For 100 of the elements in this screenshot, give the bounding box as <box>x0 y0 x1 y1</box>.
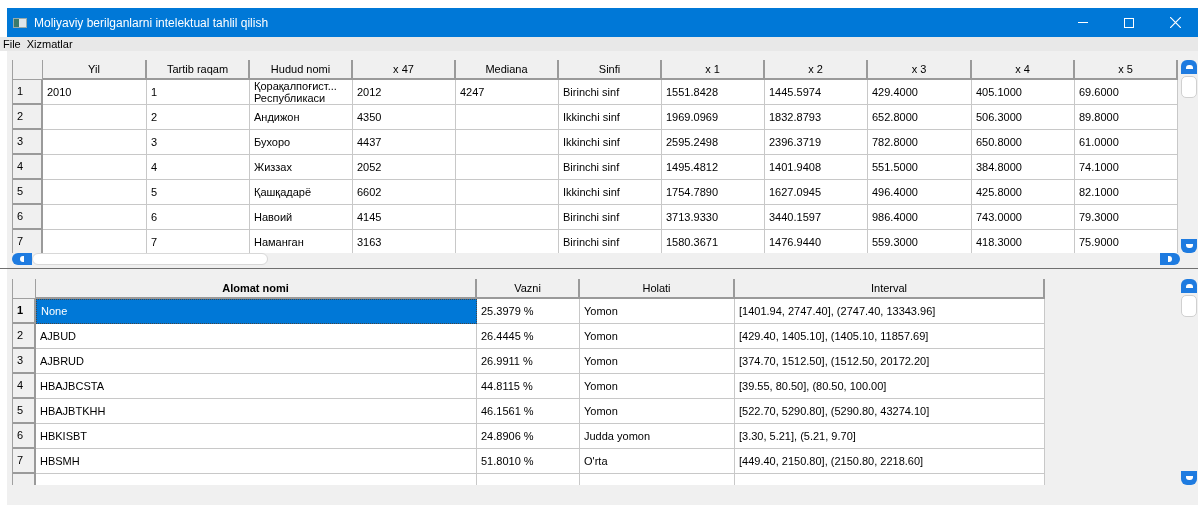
column-header[interactable]: x 47 <box>353 60 456 80</box>
table-cell: 551.5000 <box>868 155 972 180</box>
table-cell[interactable]: None <box>36 299 477 324</box>
menu-item[interactable]: Xizmatlar <box>23 37 76 51</box>
scrollbar-thumb[interactable] <box>32 253 268 265</box>
table-cell[interactable]: 46.1561 % <box>477 399 580 424</box>
table-cell: 743.0000 <box>972 205 1075 230</box>
row-header[interactable]: 6 <box>13 205 43 230</box>
table-cell[interactable]: [3.30, 5.21], (5.21, 9.70] <box>735 424 1045 449</box>
table-cell[interactable]: [449.40, 2150.80], (2150.80, 2218.60] <box>735 449 1045 474</box>
column-header[interactable]: Hudud nomi <box>250 60 353 80</box>
table-cell[interactable]: Yomon <box>580 374 735 399</box>
row-header[interactable]: 1 <box>13 80 43 105</box>
row-header[interactable]: 2 <box>13 105 43 130</box>
table-cell[interactable]: HBSMH <box>36 449 477 474</box>
table-cell: 4350 <box>353 105 456 130</box>
row-header[interactable]: 1 <box>13 299 36 324</box>
table-cell: 4247 <box>456 80 559 105</box>
column-header[interactable]: Sinfi <box>559 60 662 80</box>
row-header[interactable]: 4 <box>13 374 36 399</box>
table-cell: 1401.9408 <box>765 155 868 180</box>
column-header[interactable]: Mediana <box>456 60 559 80</box>
scroll-down-button[interactable] <box>1181 239 1197 253</box>
table-cell: 4437 <box>353 130 456 155</box>
table-cell: 3 <box>147 130 250 155</box>
table-cell: 650.8000 <box>972 130 1075 155</box>
scroll-up-button[interactable] <box>1181 60 1197 74</box>
table-cell: 2 <box>147 105 250 130</box>
table-cell[interactable]: AJBRUD <box>36 349 477 374</box>
scrollbar-thumb[interactable] <box>1181 295 1197 317</box>
column-header[interactable]: x 5 <box>1075 60 1178 80</box>
column-header[interactable]: x 1 <box>662 60 765 80</box>
table-cell[interactable]: Judda yomon <box>580 424 735 449</box>
table-cell: 61.0000 <box>1075 130 1178 155</box>
table-cell: Навоий <box>250 205 353 230</box>
table-cell: 2012 <box>353 80 456 105</box>
table-cell[interactable]: Yomon <box>580 349 735 374</box>
row-header[interactable]: 2 <box>13 324 36 349</box>
column-header[interactable]: Yil <box>43 60 147 80</box>
row-header[interactable]: 5 <box>13 180 43 205</box>
row-header[interactable]: 7 <box>13 449 36 474</box>
table-cell[interactable]: 51.8010 % <box>477 449 580 474</box>
table-cell: 652.8000 <box>868 105 972 130</box>
table-cell[interactable]: Yomon <box>580 324 735 349</box>
table-cell[interactable]: HBAJBTKHH <box>36 399 477 424</box>
table-cell: 1495.4812 <box>662 155 765 180</box>
table-cell[interactable]: HBAJBCSTA <box>36 374 477 399</box>
table-cell[interactable]: 25.3979 % <box>477 299 580 324</box>
row-header[interactable]: 3 <box>13 349 36 374</box>
scroll-up-button[interactable] <box>1181 279 1197 293</box>
scrollbar-thumb[interactable] <box>1181 76 1197 98</box>
table-cell[interactable]: 24.8906 % <box>477 424 580 449</box>
window-title: Moliyaviy berilganlarni intelektual tahlil qilish <box>34 14 269 32</box>
column-header[interactable]: Alomat nomi <box>36 279 477 299</box>
table-cell: Қашқадарё <box>250 180 353 205</box>
column-header[interactable]: x 3 <box>868 60 972 80</box>
row-header[interactable]: 3 <box>13 130 43 155</box>
row-header[interactable]: 5 <box>13 399 36 424</box>
table-cell[interactable]: [39.55, 80.50], (80.50, 100.00] <box>735 374 1045 399</box>
row-header[interactable]: 4 <box>13 155 43 180</box>
table-cell[interactable]: [1401.94, 2747.40], (2747.40, 13343.96] <box>735 299 1045 324</box>
table-cell[interactable]: 26.4445 % <box>477 324 580 349</box>
table-cell: Ikkinchi sinf <box>559 105 662 130</box>
table-cell: 1551.8428 <box>662 80 765 105</box>
table-cell[interactable]: [429.40, 1405.10], (1405.10, 11857.69] <box>735 324 1045 349</box>
scroll-left-button[interactable] <box>12 253 32 265</box>
scroll-down-button[interactable] <box>1181 471 1197 485</box>
table-cell: 89.8000 <box>1075 105 1178 130</box>
table-cell[interactable]: O'rta <box>580 449 735 474</box>
table-cell: Ikkinchi sinf <box>559 130 662 155</box>
table-cell: 3163 <box>353 230 456 253</box>
column-header[interactable]: x 2 <box>765 60 868 80</box>
table-cell: 496.4000 <box>868 180 972 205</box>
row-header[interactable]: 6 <box>13 424 36 449</box>
column-header[interactable]: x 4 <box>972 60 1075 80</box>
table-cell[interactable]: HBKISBT <box>36 424 477 449</box>
column-header[interactable]: Holati <box>580 279 735 299</box>
scroll-right-button[interactable] <box>1160 253 1180 265</box>
column-header[interactable]: Tartib raqam <box>147 60 250 80</box>
table-cell: 4 <box>147 155 250 180</box>
app-icon <box>13 17 27 28</box>
table-cell[interactable]: [374.70, 1512.50], (1512.50, 20172.20] <box>735 349 1045 374</box>
table-cell: Birinchi sinf <box>559 155 662 180</box>
table-cell: 405.1000 <box>972 80 1075 105</box>
table-cell[interactable]: 26.9911 % <box>477 349 580 374</box>
table-cell[interactable]: 44.8115 % <box>477 374 580 399</box>
table-cell: 69.6000 <box>1075 80 1178 105</box>
table-cell: 6602 <box>353 180 456 205</box>
table-cell[interactable]: [522.70, 5290.80], (5290.80, 43274.10] <box>735 399 1045 424</box>
table-cell[interactable]: Yomon <box>580 299 735 324</box>
column-header[interactable]: Interval <box>735 279 1045 299</box>
column-header[interactable]: Vazni <box>477 279 580 299</box>
table-cell: 986.4000 <box>868 205 972 230</box>
table-cell: 782.8000 <box>868 130 972 155</box>
table-cell[interactable]: Yomon <box>580 399 735 424</box>
menu-item[interactable]: File <box>0 37 24 51</box>
table-cell[interactable]: AJBUD <box>36 324 477 349</box>
table-cell: 1476.9440 <box>765 230 868 253</box>
table-cell: 4145 <box>353 205 456 230</box>
table-cell: 1969.0969 <box>662 105 765 130</box>
